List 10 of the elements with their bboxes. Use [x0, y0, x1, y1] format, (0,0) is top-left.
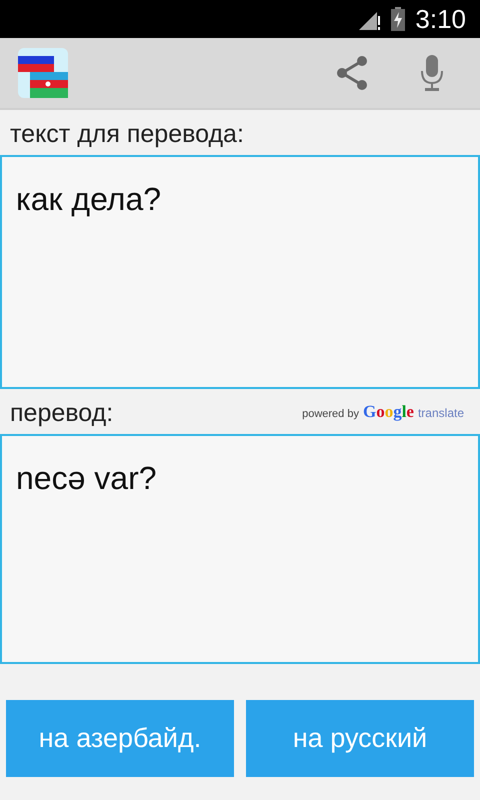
status-time: 3:10 — [415, 4, 466, 34]
result-text-field[interactable]: necə var? — [0, 434, 480, 664]
share-icon — [334, 55, 370, 91]
flags-icon[interactable] — [18, 48, 68, 98]
google-translate-attribution: powered by Google translate — [302, 402, 464, 422]
battery-icon — [391, 7, 406, 31]
source-text-field[interactable]: как дела? — [0, 155, 480, 389]
microphone-icon — [420, 55, 444, 91]
source-label: текст для перевода: — [9, 119, 245, 150]
result-label: перевод: — [9, 398, 114, 429]
